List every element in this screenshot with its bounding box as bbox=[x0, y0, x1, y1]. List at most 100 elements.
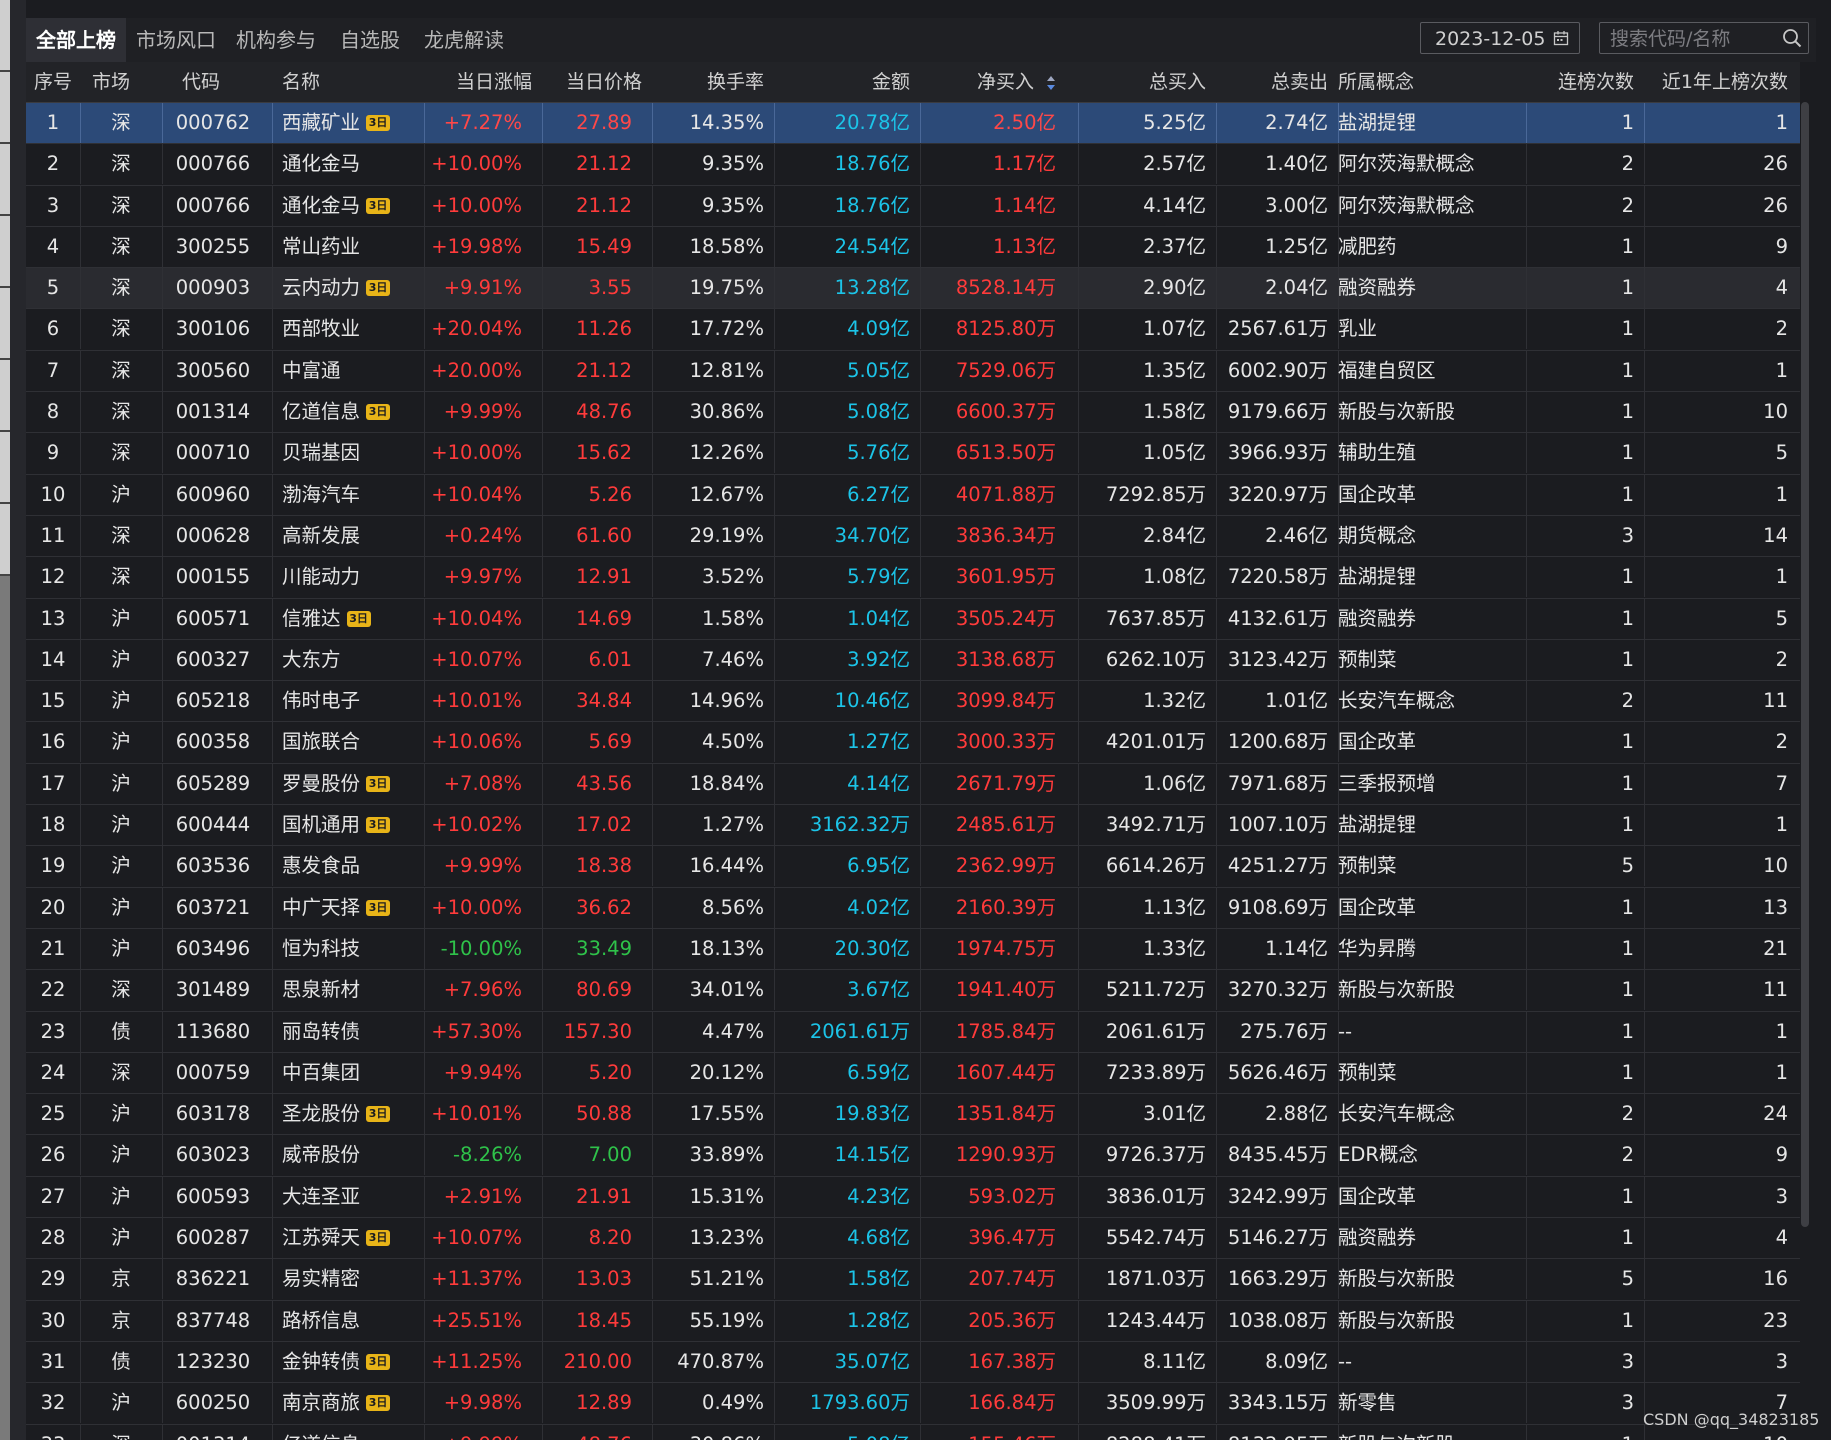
row-index-text: 21 bbox=[40, 936, 66, 960]
column-divider bbox=[272, 722, 273, 763]
table-row[interactable]: 31 债 123230 金钟转债 3日 +11.25% 210.00 470.87% 35.07… bbox=[26, 1341, 1800, 1384]
table-row[interactable]: 22 深 301489 思泉新材 +7.96% 80.69 34.01% 3.67亿 1941.… bbox=[26, 970, 1800, 1012]
header-year-count[interactable]: 近1年上榜次数 bbox=[1646, 62, 1788, 102]
row-concept: -- bbox=[1338, 1012, 1518, 1052]
sort-icon[interactable] bbox=[1046, 75, 1056, 91]
row-index-text: 20 bbox=[40, 895, 66, 919]
table-row[interactable]: 32 沪 600250 南京商旅 3日 +9.98% 12.89 0.49% 1793.60万 1… bbox=[26, 1383, 1800, 1425]
table-row[interactable]: 13 沪 600571 信雅达 3日 +10.04% 14.69 1.58% 1.04亿 3505… bbox=[26, 598, 1800, 640]
table-row[interactable]: 12 深 000155 川能动力 +9.97% 12.91 3.52% 5.79亿 3601.9… bbox=[26, 557, 1800, 599]
header-net-buy-label: 净买入 bbox=[976, 71, 1034, 93]
row-price: 157.30 bbox=[542, 1012, 642, 1052]
table-row[interactable]: 19 沪 603536 惠发食品 +9.99% 18.38 16.44% 6.95亿 2362.… bbox=[26, 846, 1800, 888]
row-change-text: +10.04% bbox=[431, 482, 522, 506]
row-index: 20 bbox=[26, 888, 80, 928]
row-total-sell: 3270.32万 bbox=[1216, 970, 1328, 1010]
tab-market-trend[interactable]: 市场风口 bbox=[126, 18, 226, 62]
tab-institution[interactable]: 机构参与 bbox=[226, 18, 326, 62]
table-row[interactable]: 15 沪 605218 伟时电子 +10.01% 34.84 14.96% 10.46亿 309… bbox=[26, 681, 1800, 723]
row-consecutive-text: 3 bbox=[1621, 1391, 1634, 1415]
table-row[interactable]: 4 深 300255 常山药业 +19.98% 15.49 18.58% 24.54亿 1.13… bbox=[26, 226, 1800, 269]
tab-watchlist[interactable]: 自选股 bbox=[326, 18, 414, 62]
header-name[interactable]: 名称 bbox=[282, 62, 432, 102]
scrollbar-thumb[interactable] bbox=[1801, 102, 1809, 1227]
row-net-buy: 2.50亿 bbox=[920, 103, 1068, 143]
table-row[interactable]: 1 深 000762 西藏矿业 3日 +7.27% 27.89 14.35% 20.78亿 2.5… bbox=[26, 103, 1800, 145]
row-turnover: 30.86% bbox=[652, 1425, 764, 1440]
row-code: 603023 bbox=[162, 1135, 264, 1175]
table-row[interactable]: 27 沪 600593 大连圣亚 +2.91% 21.91 15.31% 4.23亿 593.0… bbox=[26, 1176, 1800, 1219]
row-total-sell: 2567.61万 bbox=[1216, 309, 1328, 349]
table-row[interactable]: 5 深 000903 云内动力 3日 +9.91% 3.55 19.75% 13.28亿 8528… bbox=[26, 268, 1800, 310]
header-turnover[interactable]: 换手率 bbox=[652, 62, 764, 102]
vertical-scrollbar[interactable] bbox=[1800, 102, 1810, 1227]
header-net-buy[interactable]: 净买入 bbox=[920, 62, 1068, 102]
table-row[interactable]: 10 沪 600960 渤海汽车 +10.04% 5.26 12.67% 6.27亿 4071.… bbox=[26, 474, 1800, 516]
header-market[interactable]: 市场 bbox=[80, 62, 162, 102]
table-row[interactable]: 25 沪 603178 圣龙股份 3日 +10.01% 50.88 17.55% 19.83亿 1… bbox=[26, 1094, 1800, 1136]
row-net-buy-text: 1290.93万 bbox=[955, 1143, 1056, 1167]
row-consecutive-text: 1 bbox=[1621, 358, 1634, 382]
row-net-buy-text: 3601.95万 bbox=[955, 565, 1056, 589]
header-amount[interactable]: 金额 bbox=[774, 62, 910, 102]
table-row[interactable]: 23 债 113680 丽岛转债 +57.30% 157.30 4.47% 2061.61万 1… bbox=[26, 1011, 1800, 1053]
header-price[interactable]: 当日价格 bbox=[542, 62, 642, 102]
table-row[interactable]: 26 沪 603023 威帝股份 -8.26% 7.00 33.89% 14.15亿 1290.… bbox=[26, 1135, 1800, 1177]
row-change: +7.08% bbox=[424, 764, 532, 804]
table-row[interactable]: 20 沪 603721 中广天择 3日 +10.00% 36.62 8.56% 4.02亿 216… bbox=[26, 887, 1800, 929]
header-concept[interactable]: 所属概念 bbox=[1338, 62, 1518, 102]
row-index: 24 bbox=[26, 1053, 80, 1093]
row-change: +10.02% bbox=[424, 805, 532, 845]
row-price: 210.00 bbox=[542, 1342, 642, 1382]
table-row[interactable]: 11 深 000628 高新发展 +0.24% 61.60 29.19% 34.70亿 3836… bbox=[26, 515, 1800, 558]
header-total-sell[interactable]: 总卖出 bbox=[1216, 62, 1328, 102]
date-picker[interactable]: 2023-12-05 bbox=[1420, 22, 1580, 54]
row-turnover: 4.47% bbox=[652, 1012, 764, 1052]
row-consecutive: 1 bbox=[1526, 392, 1634, 432]
row-total-sell: 9108.69万 bbox=[1216, 888, 1328, 928]
header-index[interactable]: 序号 bbox=[26, 62, 80, 102]
search-input[interactable] bbox=[1608, 25, 1772, 53]
header-total-buy[interactable]: 总买入 bbox=[1078, 62, 1206, 102]
tab-all[interactable]: 全部上榜 bbox=[26, 18, 126, 62]
row-total-sell: 4132.61万 bbox=[1216, 599, 1328, 639]
header-code[interactable]: 代码 bbox=[162, 62, 264, 102]
search-box[interactable] bbox=[1599, 22, 1809, 54]
table-row[interactable]: 7 深 300560 中富通 +20.00% 21.12 12.81% 5.05亿 7529.0… bbox=[26, 350, 1800, 393]
table-row[interactable]: 6 深 300106 西部牧业 +20.04% 11.26 17.72% 4.09亿 8125.… bbox=[26, 309, 1800, 351]
row-total-buy-text: 3.01亿 bbox=[1143, 1102, 1206, 1126]
column-divider bbox=[1644, 103, 1645, 143]
row-price: 5.26 bbox=[542, 475, 642, 515]
table-row[interactable]: 8 深 001314 亿道信息 3日 +9.99% 48.76 30.86% 5.08亿 6600… bbox=[26, 392, 1800, 434]
row-consecutive-text: 2 bbox=[1621, 1102, 1634, 1126]
table-row[interactable]: 9 深 000710 贝瑞基因 +10.00% 15.62 12.26% 5.76亿 6513.… bbox=[26, 433, 1800, 475]
table-row[interactable]: 21 沪 603496 恒为科技 -10.00% 33.49 18.13% 20.30亿 197… bbox=[26, 928, 1800, 971]
table-row[interactable]: 30 京 837748 路桥信息 +25.51% 18.45 55.19% 1.28亿 205.… bbox=[26, 1300, 1800, 1342]
table-row[interactable]: 24 深 000759 中百集团 +9.94% 5.20 20.12% 6.59亿 1607.4… bbox=[26, 1052, 1800, 1095]
tab-analysis[interactable]: 龙虎解读 bbox=[414, 18, 514, 62]
table-row[interactable]: 3 深 000766 通化金马 3日 +10.00% 21.12 9.35% 18.76亿 1.1… bbox=[26, 185, 1800, 227]
row-turnover: 18.58% bbox=[652, 227, 764, 267]
table-row[interactable]: 2 深 000766 通化金马 +10.00% 21.12 9.35% 18.76亿 1.17亿… bbox=[26, 144, 1800, 186]
header-change[interactable]: 当日涨幅 bbox=[424, 62, 532, 102]
row-price: 14.69 bbox=[542, 599, 642, 639]
header-consecutive[interactable]: 连榜次数 bbox=[1526, 62, 1634, 102]
row-year-count-text: 14 bbox=[1763, 523, 1788, 547]
row-market-text: 深 bbox=[111, 978, 131, 1002]
row-code-text: 605289 bbox=[175, 771, 251, 795]
table-row[interactable]: 14 沪 600327 大东方 +10.07% 6.01 7.46% 3.92亿 3138.68… bbox=[26, 639, 1800, 682]
row-name: 威帝股份 bbox=[282, 1135, 432, 1175]
row-index-text: 4 bbox=[46, 234, 60, 258]
table-row[interactable]: 18 沪 600444 国机通用 3日 +10.02% 17.02 1.27% 3162.32万… bbox=[26, 805, 1800, 847]
row-year-count: 1 bbox=[1646, 103, 1788, 143]
table-row[interactable]: 17 沪 605289 罗曼股份 3日 +7.08% 43.56 18.84% 4.14亿 267… bbox=[26, 763, 1800, 806]
row-net-buy-text: 1607.44万 bbox=[955, 1060, 1056, 1084]
table-row[interactable]: 28 沪 600287 江苏舜天 3日 +10.07% 8.20 13.23% 4.68亿 396… bbox=[26, 1218, 1800, 1260]
row-market: 深 bbox=[80, 227, 162, 267]
row-index-text: 8 bbox=[46, 400, 60, 424]
search-icon[interactable] bbox=[1782, 28, 1802, 48]
table-row[interactable]: 16 沪 600358 国旅联合 +10.06% 5.69 4.50% 1.27亿 3000.3… bbox=[26, 722, 1800, 764]
row-net-buy: 2671.79万 bbox=[920, 764, 1068, 804]
table-row[interactable]: 29 京 836221 易实精密 +11.37% 13.03 51.21% 1.58亿 207.… bbox=[26, 1259, 1800, 1301]
table-row[interactable]: 33 深 001314 亿道信息 +9.99% 48.76 30.86% 5.08亿 155.4… bbox=[26, 1424, 1800, 1440]
